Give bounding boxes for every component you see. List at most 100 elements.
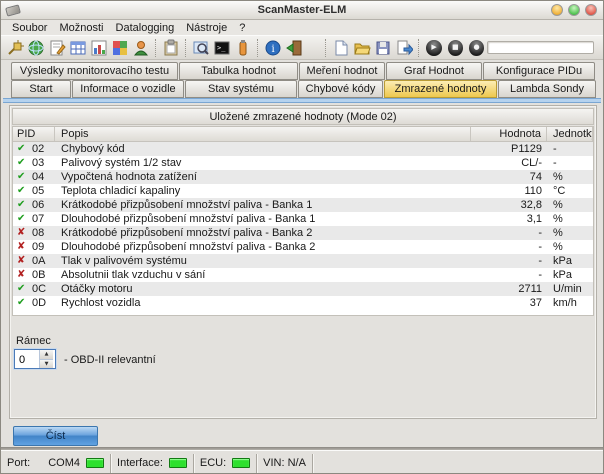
row-popis: Palivový systém 1/2 stav <box>55 156 471 170</box>
row-status-icon <box>17 226 30 240</box>
tab-mereni-hodnot[interactable]: Meření hodnot <box>299 62 385 80</box>
row-popis: Absolutnii tlak vzduchu v sání <box>55 268 471 282</box>
menu-item[interactable]: Možnosti <box>53 22 109 34</box>
row-hodnota: - <box>471 226 547 240</box>
title-bar[interactable]: ScanMaster-ELM <box>1 1 603 20</box>
row-status-icon <box>17 184 30 198</box>
frame-label: Rámec <box>16 335 51 347</box>
interface-label: Interface: <box>117 457 163 469</box>
row-status-icon <box>17 156 30 170</box>
row-pid: 0A <box>30 254 45 268</box>
tab-informace-o-vozidle[interactable]: Informace o vozidle <box>72 80 184 98</box>
row-status-icon <box>17 142 30 156</box>
record-icon[interactable]: ● <box>469 40 484 56</box>
panel-title: Uložené zmrazené hodnoty (Mode 02) <box>12 108 594 125</box>
globe-icon[interactable] <box>26 37 47 58</box>
new-file-icon[interactable] <box>331 37 352 58</box>
menu-item[interactable]: Nástroje <box>180 22 233 34</box>
table-row[interactable]: 0B Absolutnii tlak vzduchu v sání - kPa <box>13 268 593 282</box>
tab-chybove-kody[interactable]: Chybové kódy <box>298 80 383 98</box>
table-row[interactable]: 06 Krátkodobé přizpůsobení množství pali… <box>13 198 593 212</box>
menu-item[interactable]: ? <box>233 22 251 34</box>
row-hodnota: 3,1 <box>471 212 547 226</box>
status-vin-segment: VIN: N/A <box>257 454 313 473</box>
display-icon[interactable] <box>110 37 131 58</box>
chart-icon[interactable] <box>89 37 110 58</box>
read-button[interactable]: Číst <box>13 426 98 446</box>
menu-item[interactable]: Soubor <box>6 22 53 34</box>
exit-icon[interactable] <box>284 37 305 58</box>
report-icon[interactable] <box>47 37 68 58</box>
row-popis: Dlouhodobé přizpůsobení množství paliva … <box>55 240 471 254</box>
row-hodnota: - <box>471 254 547 268</box>
user-icon[interactable] <box>131 37 152 58</box>
export-icon[interactable] <box>394 37 415 58</box>
table-row[interactable]: 04 Vypočtená hodnota zatížení 74 % <box>13 170 593 184</box>
table-icon[interactable] <box>68 37 89 58</box>
col-header-jednotky[interactable]: Jednotky <box>547 127 593 141</box>
tab-zmrazene-hodnoty[interactable]: Zmrazené hodnoty <box>384 80 497 98</box>
table-row[interactable]: 08 Krátkodobé přizpůsobení množství pali… <box>13 226 593 240</box>
col-header-pid[interactable]: PID <box>13 127 55 141</box>
terminal-icon[interactable]: >_ <box>212 37 233 58</box>
tab-vysledky-testu[interactable]: Výsledky monitorovacího testu <box>11 62 178 80</box>
table-row[interactable]: 0A Tlak v palivovém systému - kPa <box>13 254 593 268</box>
port-led <box>86 458 104 468</box>
spin-up-button[interactable]: ▲ <box>40 350 53 359</box>
tab-konfigurace-pidu[interactable]: Konfigurace PIDu <box>483 62 595 80</box>
frame-spinner[interactable]: ▲ ▼ <box>14 349 56 369</box>
row-jednotky: U/min <box>547 282 593 296</box>
row-pid: 06 <box>30 198 44 212</box>
col-header-popis[interactable]: Popis <box>55 127 471 141</box>
minimize-button[interactable] <box>551 4 563 16</box>
info-icon[interactable]: i <box>263 37 284 58</box>
tab-graf-hodnot[interactable]: Graf Hodnot <box>386 62 482 80</box>
table-row[interactable]: 05 Teplota chladicí kapaliny 110 °C <box>13 184 593 198</box>
connect-icon[interactable] <box>5 37 26 58</box>
toolbar-separator <box>325 39 328 57</box>
menu-item[interactable]: Datalogging <box>110 22 181 34</box>
row-pid: 0D <box>30 296 46 310</box>
app-window: ScanMaster-ELM SouborMožnostiDatalogging… <box>0 0 604 474</box>
tab-lambda-sondy[interactable]: Lambda Sondy <box>498 80 596 98</box>
open-icon[interactable] <box>352 37 373 58</box>
freeze-frame-table: PID Popis Hodnota Jednotky 02 Chybový kó… <box>12 126 594 316</box>
table-body: 02 Chybový kód P1129 - 03 Palivový systé… <box>13 142 593 310</box>
status-ecu-segment: ECU: <box>194 454 257 473</box>
maximize-button[interactable] <box>568 4 580 16</box>
close-button[interactable] <box>585 4 597 16</box>
clipboard-icon[interactable] <box>161 37 182 58</box>
row-status-icon <box>17 212 30 226</box>
port-label: Port: <box>7 457 30 469</box>
tab-start[interactable]: Start <box>11 80 71 98</box>
row-status-icon <box>17 240 30 254</box>
interface-led <box>169 458 187 468</box>
table-row[interactable]: 03 Palivový systém 1/2 stav CL/- - <box>13 156 593 170</box>
table-row[interactable]: 0C Otáčky motoru 2711 U/min <box>13 282 593 296</box>
tab-tabulka-hodnot[interactable]: Tabulka hodnot <box>179 62 298 80</box>
row-status-icon <box>17 254 30 268</box>
table-row[interactable]: 09 Dlouhodobé přizpůsobení množství pali… <box>13 240 593 254</box>
search-icon[interactable] <box>191 37 212 58</box>
row-status-icon <box>17 268 30 282</box>
table-row[interactable]: 07 Dlouhodobé přizpůsobení množství pali… <box>13 212 593 226</box>
table-row[interactable]: 02 Chybový kód P1129 - <box>13 142 593 156</box>
row-hodnota: 32,8 <box>471 198 547 212</box>
stop-icon[interactable]: ■ <box>448 40 463 56</box>
ecu-label: ECU: <box>200 457 226 469</box>
row-hodnota: 2711 <box>471 282 547 296</box>
row-pid: 07 <box>30 212 44 226</box>
row-status-icon <box>17 296 30 310</box>
tab-stav-systemu[interactable]: Stav systému <box>185 80 297 98</box>
menu-bar: SouborMožnostiDataloggingNástroje? <box>1 20 603 35</box>
row-jednotky: kPa <box>547 254 593 268</box>
frame-spinner-value[interactable] <box>15 350 39 368</box>
col-header-hodnota[interactable]: Hodnota <box>471 127 547 141</box>
spin-down-button[interactable]: ▼ <box>40 359 53 369</box>
table-row[interactable]: 0D Rychlost vozidla 37 km/h <box>13 296 593 310</box>
row-status-icon <box>17 198 30 212</box>
save-icon[interactable] <box>373 37 394 58</box>
battery-icon[interactable] <box>233 37 254 58</box>
tab-row-lower: Start Informace o vozidle Stav systému C… <box>11 80 597 98</box>
play-icon[interactable]: ▶ <box>426 40 441 56</box>
